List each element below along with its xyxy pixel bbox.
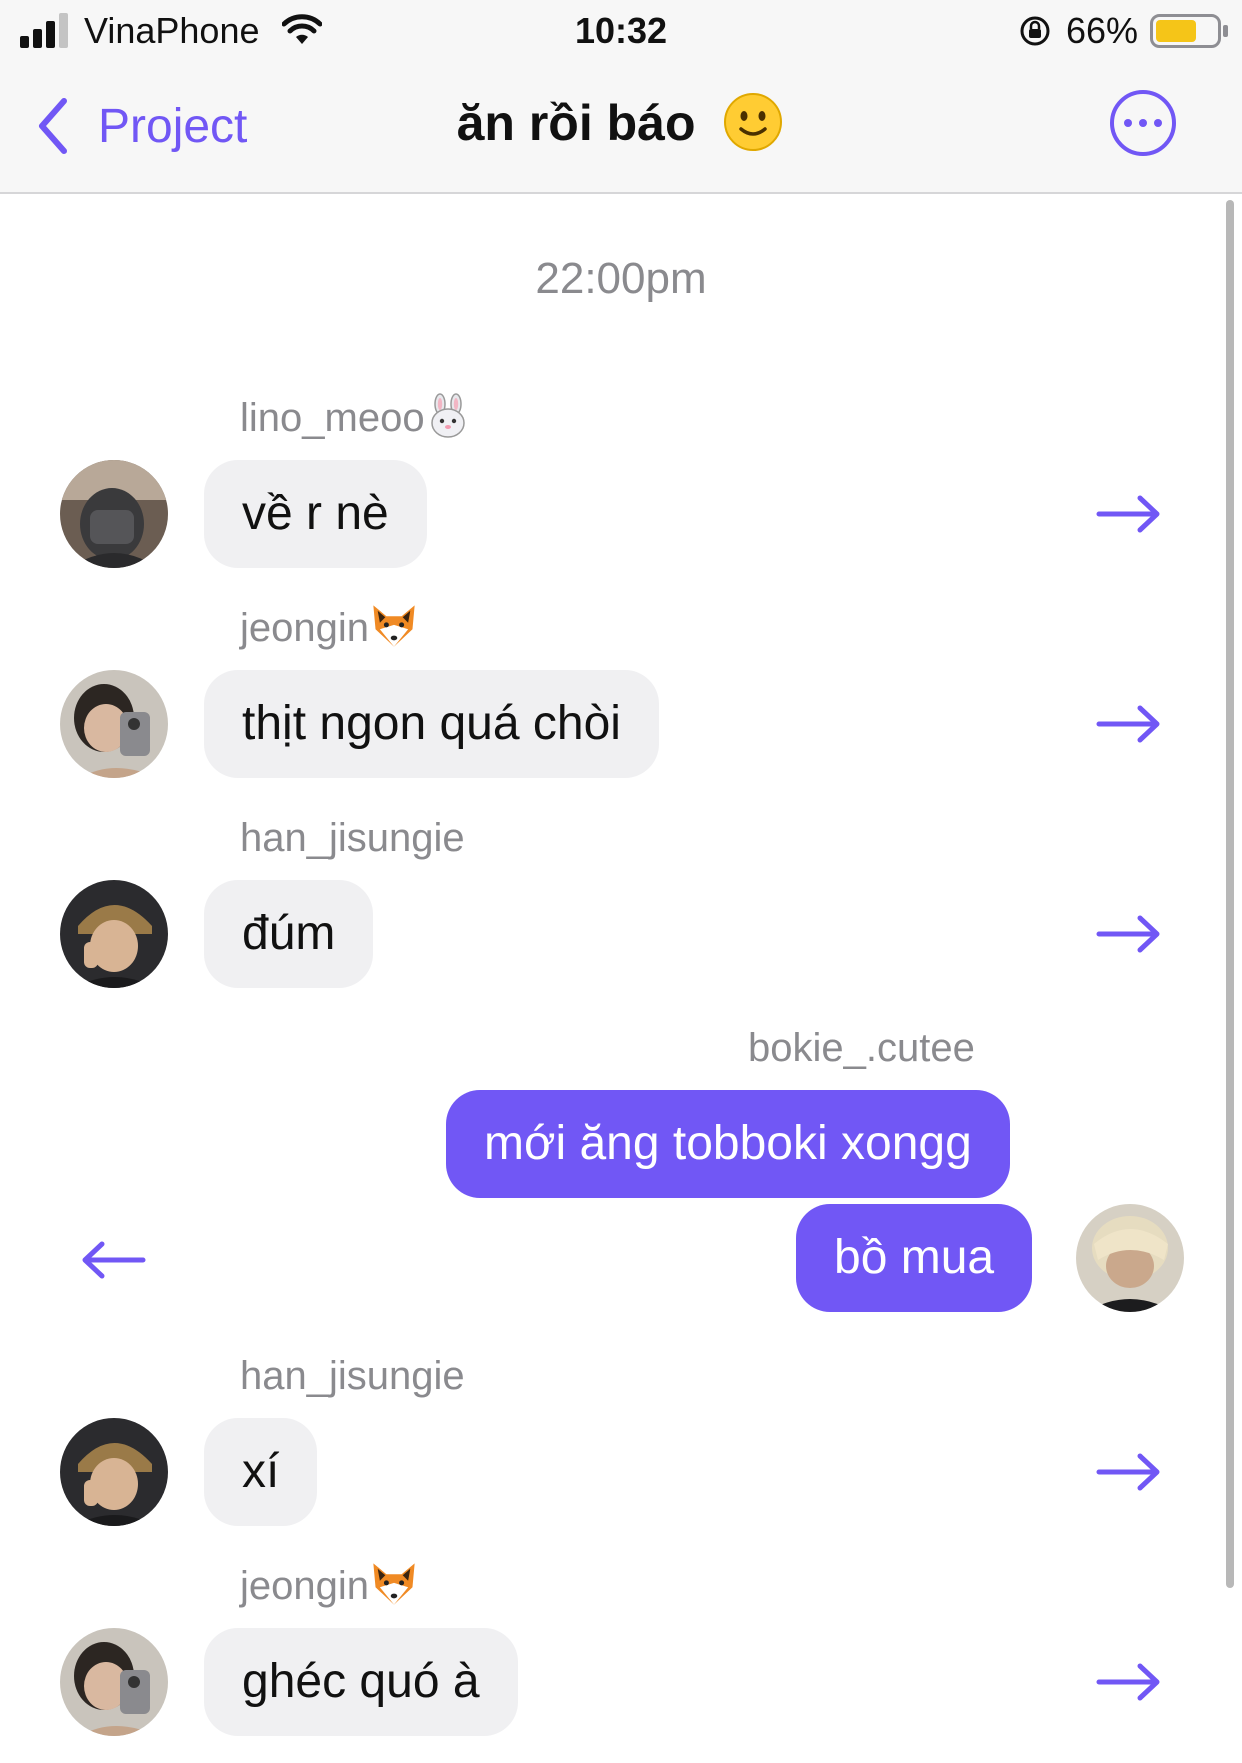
avatar-photo-icon	[60, 460, 168, 568]
sender-name-text: jeongin	[240, 606, 370, 650]
sender-name: lino_meoo	[240, 396, 471, 441]
avatar[interactable]	[1076, 1204, 1184, 1312]
sender-name: han_jisungie	[240, 1354, 465, 1399]
sender-name: han_jisungie	[240, 816, 465, 861]
sender-name-text: han_jisungie	[240, 816, 465, 860]
avatar-photo-icon	[60, 1628, 168, 1736]
scroll-indicator[interactable]	[1226, 200, 1234, 1588]
back-button-label: Project	[98, 99, 248, 153]
avatar[interactable]	[60, 880, 168, 988]
sender-name-text: jeongin	[240, 1564, 370, 1608]
arrow-right-icon[interactable]	[1096, 704, 1162, 744]
sender-name-text: lino_meoo	[240, 396, 425, 440]
orientation-lock-icon	[1020, 16, 1050, 46]
message-bubble[interactable]: bồ mua	[796, 1204, 1033, 1312]
navigation-bar: Project ăn rồi báo	[0, 64, 1242, 194]
avatar[interactable]	[60, 460, 168, 568]
message-bubble[interactable]: mới ăng tobboki xongg	[446, 1090, 1010, 1198]
more-dot-icon	[1154, 119, 1162, 127]
avatar[interactable]	[60, 670, 168, 778]
arrow-left-icon[interactable]	[80, 1240, 146, 1280]
avatar[interactable]	[60, 1418, 168, 1526]
more-dot-icon	[1139, 119, 1147, 127]
message-bubble[interactable]: thịt ngon quá chòi	[204, 670, 659, 778]
fox-face-icon	[369, 601, 419, 651]
avatar-photo-icon	[60, 880, 168, 988]
avatar-photo-icon	[60, 1418, 168, 1526]
conversation-title-text: ăn rồi báo	[456, 95, 696, 151]
more-options-button[interactable]	[1110, 90, 1176, 156]
more-dot-icon	[1124, 119, 1132, 127]
sender-name: bokie_.cutee	[748, 1026, 975, 1071]
sender-name: jeongin	[240, 606, 419, 651]
message-bubble[interactable]: đúm	[204, 880, 374, 988]
avatar[interactable]	[60, 1628, 168, 1736]
arrow-right-icon[interactable]	[1096, 494, 1162, 534]
chevron-left-icon	[39, 98, 67, 154]
battery-icon	[1150, 14, 1228, 48]
chat-timestamp: 22:00pm	[535, 254, 707, 303]
message-bubble[interactable]: ghéc quó à	[204, 1628, 518, 1736]
sender-name: jeongin	[240, 1564, 419, 1609]
status-bar: VinaPhone 10:32 66%	[0, 0, 1242, 64]
rabbit-face-icon	[425, 393, 471, 439]
back-button[interactable]: Project	[36, 94, 247, 158]
arrow-right-icon[interactable]	[1096, 1452, 1162, 1492]
fox-face-icon	[369, 1559, 419, 1609]
sender-name-text: bokie_.cutee	[748, 1026, 975, 1070]
avatar-photo-icon	[60, 670, 168, 778]
arrow-right-icon[interactable]	[1096, 1662, 1162, 1702]
battery-percentage: 66%	[1066, 10, 1139, 51]
arrow-right-icon[interactable]	[1096, 914, 1162, 954]
message-bubble[interactable]: về r nè	[204, 460, 427, 568]
sender-name-text: han_jisungie	[240, 1354, 465, 1398]
clock-time: 10:32	[574, 10, 668, 51]
message-bubble[interactable]: xí	[204, 1418, 318, 1526]
conversation-title: ăn rồi báo	[300, 92, 940, 152]
slightly-smiling-face-icon	[724, 92, 783, 151]
avatar-photo-icon	[1076, 1204, 1184, 1312]
